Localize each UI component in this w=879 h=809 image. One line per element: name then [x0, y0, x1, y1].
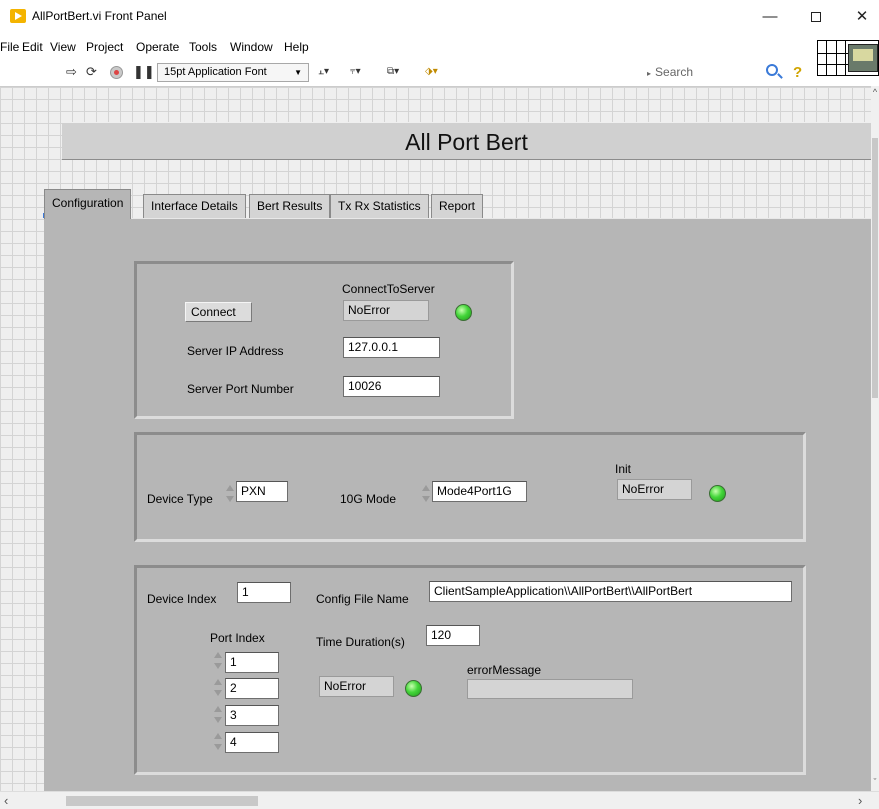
tab-report[interactable]: Report [431, 194, 484, 218]
connect-button[interactable]: Connect [185, 302, 252, 322]
server-port-label: Server Port Number [187, 382, 294, 396]
font-select[interactable]: 15pt Application Font ▼ [157, 63, 309, 82]
title-bar: AllPortBert.vi Front Panel — ✕ [0, 0, 879, 32]
mode-spinner[interactable] [421, 483, 431, 504]
device-type-spinner[interactable] [225, 483, 235, 504]
minimize-button[interactable]: — [748, 4, 792, 30]
server-port-field[interactable]: 10026 [343, 376, 440, 397]
maximize-icon [811, 12, 821, 23]
vertical-scroll-thumb[interactable] [872, 138, 878, 398]
port-configuration-group: Device Index 1 Config File Name ClientSa… [134, 565, 806, 775]
search-placeholder: Search [655, 65, 694, 79]
error-message-indicator [467, 679, 633, 699]
time-duration-field[interactable]: 120 [426, 625, 480, 646]
init-status-led [709, 485, 726, 502]
port-index-field-1[interactable]: 1 [225, 652, 279, 673]
window-title: AllPortBert.vi Front Panel [32, 9, 167, 23]
tab-interface-details[interactable]: Interface Details [143, 194, 246, 218]
vertical-scrollbar[interactable]: ^ ˇ [871, 86, 879, 791]
close-button[interactable]: ✕ [840, 4, 879, 30]
chevron-down-icon: ▼ [294, 68, 302, 77]
port-index-field-4[interactable]: 4 [225, 732, 279, 753]
port-index-spinner-1[interactable] [213, 650, 223, 671]
server-ip-field[interactable]: 127.0.0.1 [343, 337, 440, 358]
menu-operate[interactable]: Operate [136, 40, 179, 54]
config-file-label: Config File Name [316, 592, 409, 606]
title-decoration: All Port Bert [62, 122, 871, 160]
port-index-spinner-2[interactable] [213, 677, 223, 698]
connect-status-led [455, 304, 472, 321]
font-select-value: 15pt Application Font [164, 66, 267, 78]
port-index-spinner-4[interactable] [213, 731, 223, 752]
port-index-spinner-3[interactable] [213, 704, 223, 725]
scroll-up-icon[interactable]: ^ [871, 86, 879, 98]
search-icon[interactable] [766, 64, 778, 76]
device-type-field[interactable]: PXN [236, 481, 288, 502]
time-duration-label: Time Duration(s) [316, 635, 405, 649]
labview-app-icon [10, 9, 26, 23]
server-ip-label: Server IP Address [187, 344, 284, 358]
abort-execution-icon[interactable] [110, 66, 123, 79]
mode-label: 10G Mode [340, 492, 397, 506]
context-help-icon[interactable]: ? [793, 64, 802, 81]
config-file-field[interactable]: ClientSampleApplication\\AllPortBert\\Al… [429, 581, 792, 602]
tab-panel-configuration: ConnectToServer Connect NoError Server I… [44, 218, 871, 791]
horizontal-scrollbar[interactable]: ‹ › [0, 791, 879, 809]
scroll-down-icon[interactable]: ˇ [871, 776, 879, 788]
horizontal-scroll-thumb[interactable] [66, 796, 258, 806]
port-index-field-2[interactable]: 2 [225, 678, 279, 699]
connect-status-label: ConnectToServer [342, 282, 435, 296]
init-status-indicator: NoError [617, 479, 692, 500]
toolbar: ⇨ ⟳ ❚❚ 15pt Application Font ▼ ⫠▾ ⫧▾ ⧉▾ … [0, 58, 879, 86]
config-status-indicator: NoError [319, 676, 394, 697]
run-continuously-icon[interactable]: ⟳ [86, 65, 97, 79]
mode-field[interactable]: Mode4Port1G [432, 481, 527, 502]
reorder-icon[interactable]: ⬗▾ [425, 63, 438, 81]
align-objects-icon[interactable]: ⫠▾ [318, 63, 329, 81]
tab-configuration[interactable]: Configuration [44, 189, 132, 219]
distribute-objects-icon[interactable]: ⫧▾ [350, 63, 361, 81]
page-title: All Port Bert [405, 129, 528, 155]
scroll-right-icon[interactable]: › [858, 793, 862, 808]
menu-project[interactable]: Project [86, 40, 123, 54]
pause-icon[interactable]: ❚❚ [133, 65, 155, 79]
menu-tools[interactable]: Tools [189, 40, 217, 54]
init-label: Init [615, 462, 632, 476]
error-message-label: errorMessage [467, 663, 542, 677]
tab-bert-results[interactable]: Bert Results [249, 194, 331, 218]
device-index-label: Device Index [147, 592, 217, 606]
connect-status-indicator: NoError [343, 300, 429, 321]
menu-bar: File Edit View Project Operate Tools Win… [0, 38, 820, 56]
front-panel-canvas: All Port Bert Configuration Interface De… [0, 86, 871, 791]
menu-help[interactable]: Help [284, 40, 309, 54]
device-type-label: Device Type [147, 492, 213, 506]
maximize-button[interactable] [794, 4, 838, 30]
search-caret-icon: ▸ [647, 69, 652, 78]
menu-view[interactable]: View [50, 40, 76, 54]
menu-edit[interactable]: Edit [22, 40, 43, 54]
device-index-field[interactable]: 1 [237, 582, 291, 603]
menu-file[interactable]: File [0, 40, 19, 54]
tab-tx-rx-statistics[interactable]: Tx Rx Statistics [330, 194, 429, 218]
resize-objects-icon[interactable]: ⧉▾ [387, 63, 399, 81]
scroll-left-icon[interactable]: ‹ [4, 793, 8, 808]
run-arrow-icon[interactable]: ⇨ [66, 65, 77, 79]
device-settings-group: Device Type PXN 10G Mode Mode4Port1G Ini… [134, 432, 806, 542]
config-status-led [405, 680, 422, 697]
menu-window[interactable]: Window [230, 40, 273, 54]
server-connection-group: ConnectToServer Connect NoError Server I… [134, 261, 514, 419]
port-index-label: Port Index [210, 631, 265, 645]
port-index-field-3[interactable]: 3 [225, 705, 279, 726]
